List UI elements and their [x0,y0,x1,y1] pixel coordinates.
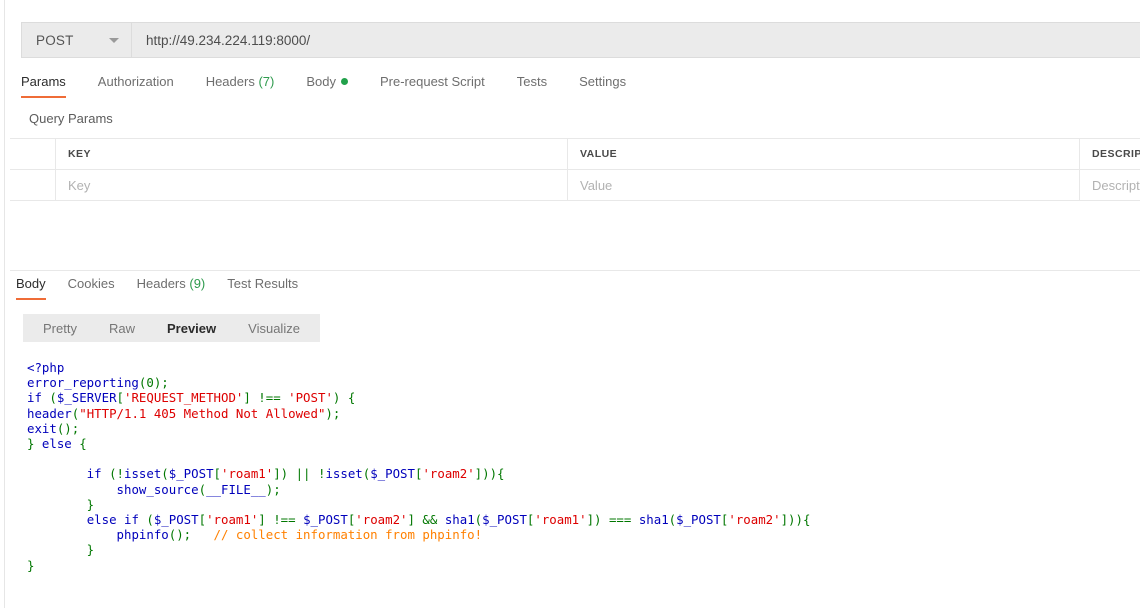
tab-settings[interactable]: Settings [579,74,626,98]
tab-response-body[interactable]: Body [16,276,46,300]
tab-authorization-label: Authorization [97,74,174,89]
tab-response-body-label: Body [16,276,46,291]
tab-tests-label: Tests [516,74,548,89]
column-header-value: VALUE [568,139,1080,169]
request-tab-bar: Params Authorization Headers (7) Body Pr… [21,74,1140,102]
tab-test-results[interactable]: Test Results [227,276,298,300]
tab-settings-label: Settings [579,74,627,89]
response-body-preview[interactable]: <?php error_reporting(0); if ($_SERVER['… [13,356,1140,608]
column-header-key: KEY [56,139,568,169]
postman-request-response-pane: POST http://49.234.224.119:8000/ Params … [5,0,1140,608]
tab-params-label: Params [21,74,66,89]
tab-params[interactable]: Params [21,74,66,98]
http-method-dropdown[interactable]: POST [22,23,132,57]
tab-response-headers-label: Headers [136,276,186,291]
param-key-input[interactable]: Key [56,170,568,200]
response-tab-bar: Body Cookies Headers (9) Test Results [16,276,1140,302]
params-pane-divider [10,270,1140,271]
tab-authorization[interactable]: Authorization [98,74,174,98]
chevron-down-icon [109,37,119,43]
view-mode-pretty[interactable]: Pretty [27,321,93,336]
view-mode-raw[interactable]: Raw [93,321,151,336]
tab-response-headers-count: (9) [189,276,206,291]
tab-pre-request-script[interactable]: Pre-request Script [380,74,485,98]
param-value-input[interactable]: Value [568,170,1080,200]
row-checkbox-cell[interactable] [10,170,56,200]
response-view-mode-toggle: Pretty Raw Preview Visualize [23,314,320,342]
tab-response-headers[interactable]: Headers (9) [137,276,206,300]
param-description-input[interactable]: Description [1080,170,1140,200]
tab-test-results-label: Test Results [227,276,299,291]
tab-body[interactable]: Body [306,74,348,98]
query-params-table: KEY VALUE DESCRIPTION Key Value Descript… [10,138,1140,201]
tab-response-cookies-label: Cookies [67,276,115,291]
tab-headers-label: Headers [205,74,255,89]
url-bar: POST http://49.234.224.119:8000/ [21,22,1140,58]
tab-tests[interactable]: Tests [517,74,547,98]
body-has-content-dot-icon [340,78,348,85]
view-mode-visualize[interactable]: Visualize [232,321,316,336]
column-header-select [10,139,56,169]
php-source-listing: <?php error_reporting(0); if ($_SERVER['… [27,360,811,573]
http-method-label: POST [36,32,74,48]
table-header-row: KEY VALUE DESCRIPTION [10,139,1140,170]
tab-response-cookies[interactable]: Cookies [68,276,115,300]
query-params-title: Query Params [29,111,113,126]
column-header-description: DESCRIPTION [1080,139,1140,169]
request-url-input[interactable]: http://49.234.224.119:8000/ [132,23,1140,57]
view-mode-preview[interactable]: Preview [151,321,232,336]
table-row[interactable]: Key Value Description [10,170,1140,200]
tab-body-label: Body [306,74,336,89]
tab-headers[interactable]: Headers (7) [206,74,275,98]
tab-pre-request-script-label: Pre-request Script [379,74,485,89]
tab-headers-count: (7) [258,74,275,89]
